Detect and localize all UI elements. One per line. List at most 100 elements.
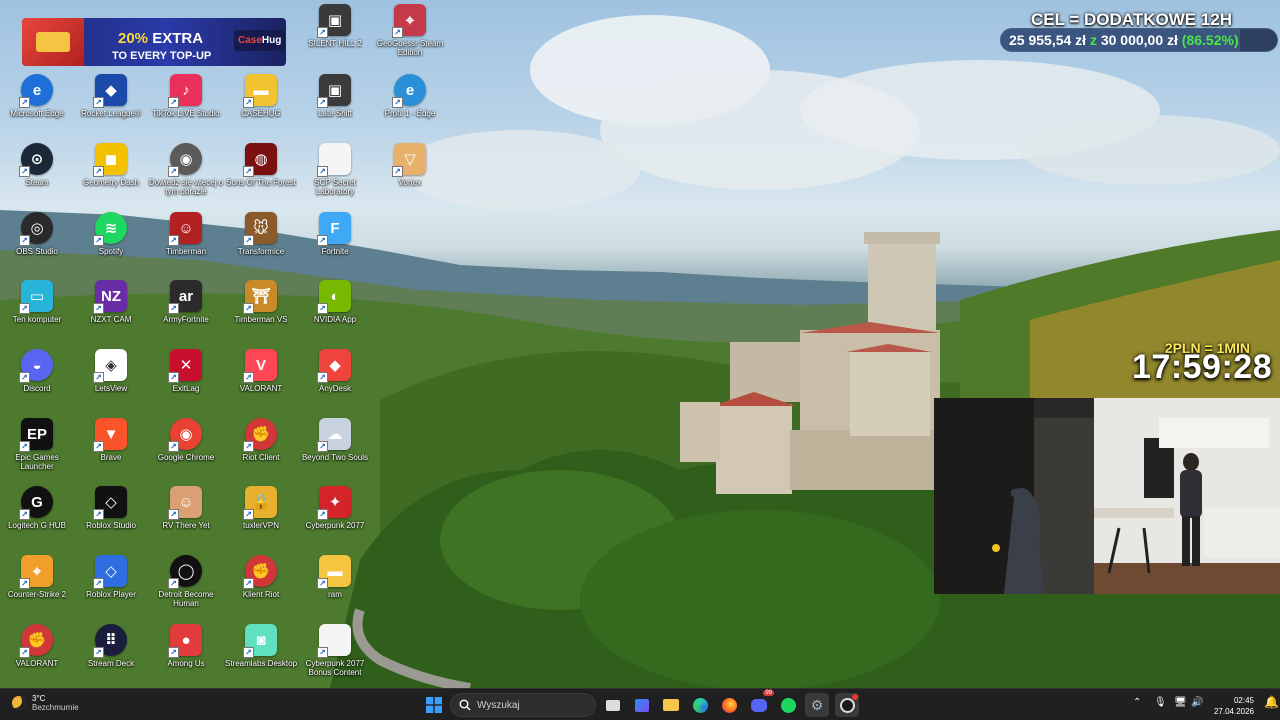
desktop-icon[interactable]: ♪ ↗ TikTok LIVE Studio: [149, 70, 223, 134]
promo-extra: EXTRA: [152, 30, 204, 47]
desktop-icon[interactable]: ☁ ↗ Beyond Two Souls: [298, 414, 372, 478]
desktop-icon[interactable]: e ↗ Microsoft Edge: [0, 70, 74, 134]
late-shift-icon: ▣ ↗: [317, 74, 351, 108]
desktop-icon[interactable]: ⛩ ↗ Timberman VS: [224, 276, 298, 340]
microphone-icon[interactable]: 🎙: [1154, 697, 1167, 708]
desktop-icon[interactable]: ⌖ ↗ Counter-Strike 2: [0, 551, 74, 615]
desktop-icon[interactable]: ◎ ↗ OBS Studio: [0, 208, 74, 272]
taskbar-obs[interactable]: [835, 693, 859, 717]
taskbar-task-view[interactable]: [601, 693, 625, 717]
firefox-icon: [721, 697, 737, 713]
weather-widget[interactable]: 3°C Bezchmurnie: [12, 694, 79, 712]
desktop-icon[interactable]: ◐ ↗ NVIDIA App: [298, 276, 372, 340]
taskbar-store[interactable]: [630, 693, 654, 717]
desktop-icon[interactable]: F ↗ Fortnite: [298, 208, 372, 272]
desktop-icon[interactable]: ▣ ↗ Late Shift: [298, 70, 372, 134]
start-button[interactable]: [422, 693, 446, 717]
desktop-icon[interactable]: ▽ ↗ Vortex: [373, 139, 447, 203]
desktop-icon-label: Spotify: [98, 247, 124, 256]
shortcut-arrow-icon: ↗: [243, 509, 254, 520]
timberman-vs-icon: ⛩ ↗: [243, 280, 277, 314]
obs-icon: [839, 697, 855, 713]
chevron-up-icon[interactable]: ⌃: [1133, 697, 1141, 708]
desktop-icon[interactable]: 🔒 ↗ tuxlerVPN: [224, 482, 298, 546]
discord-notification-badge: 99: [763, 690, 774, 696]
desktop-icon[interactable]: ☺ ↗ Timberman: [149, 208, 223, 272]
desktop-icon[interactable]: ✦ ↗ Cyberpunk 2077: [298, 482, 372, 546]
desktop-icon[interactable]: EP ↗ Epic Games Launcher: [0, 414, 74, 478]
shortcut-arrow-icon: ↗: [168, 166, 179, 177]
streamlabs-icon: ◙ ↗: [243, 624, 277, 658]
notification-bell-icon[interactable]: 🔔: [1264, 695, 1279, 709]
desktop-icon[interactable]: ◯ ↗ Detroit Become Human: [149, 551, 223, 615]
desktop-icon[interactable]: ⠿ ↗ Stream Deck: [74, 620, 148, 684]
network-icon[interactable]: 🖥: [1174, 697, 1187, 708]
letsview-icon: ◈ ↗: [93, 349, 127, 383]
desktop-icon[interactable]: ◇ ↗ Roblox Player: [74, 551, 148, 615]
desktop-icon[interactable]: ▼ ↗ Brave: [74, 414, 148, 478]
shortcut-arrow-icon: ↗: [19, 97, 30, 108]
taskbar-edge[interactable]: [688, 693, 712, 717]
shortcut-arrow-icon: ↗: [93, 441, 104, 452]
desktop-icon[interactable]: ◙ ↗ Streamlabs Desktop: [224, 620, 298, 684]
desktop-icon[interactable]: ◆ ↗ Rocket League®: [74, 70, 148, 134]
desktop-icon-label: Among Us: [167, 659, 205, 668]
desktop-icon[interactable]: ↗ SCP Secret Laboratory: [298, 139, 372, 203]
desktop-icon[interactable]: NZ ↗ NZXT CAM: [74, 276, 148, 340]
desktop-icon[interactable]: ◉ ↗ Dowiedz się więcej o tym obrazie: [149, 139, 223, 203]
desktop-icon-label: Brave: [100, 453, 122, 462]
shortcut-arrow-icon: ↗: [243, 303, 254, 314]
desktop-icon[interactable]: ⌖ ↗ GeoGuessr Steam Edition: [373, 0, 447, 64]
desktop-icon[interactable]: ◆ ↗ AnyDesk: [298, 345, 372, 409]
desktop-icon-label: Fortnite: [321, 247, 349, 256]
desktop-icon[interactable]: ≋ ↗ Spotify: [74, 208, 148, 272]
taskbar-clock[interactable]: 02:45 27.04.2026: [1214, 695, 1254, 717]
desktop-icon[interactable]: ✊ ↗ Riot Client: [224, 414, 298, 478]
shortcut-arrow-icon: ↗: [317, 235, 328, 246]
monitor-icon: ▭ ↗: [19, 280, 53, 314]
desktop-icon[interactable]: ◈ ↗ LetsView: [74, 345, 148, 409]
shortcut-arrow-icon: ↗: [317, 97, 328, 108]
desktop-icon[interactable]: ar ↗ ArmyFortnite: [149, 276, 223, 340]
desktop-icon-label: tuxlerVPN: [242, 521, 279, 530]
volume-icon[interactable]: 🔊: [1191, 697, 1203, 708]
desktop-icon[interactable]: ✕ ↗ ExitLag: [149, 345, 223, 409]
taskbar-search[interactable]: Wyszukaj: [450, 693, 596, 717]
taskbar-spotify[interactable]: [776, 693, 800, 717]
valorant-riot-icon: ✊ ↗: [19, 624, 53, 658]
desktop-icon[interactable]: ↗ Cyberpunk 2077 Bonus Content: [298, 620, 372, 684]
shortcut-arrow-icon: ↗: [168, 303, 179, 314]
desktop-icon[interactable]: V ↗ VALORANT: [224, 345, 298, 409]
taskbar-settings[interactable]: ⚙: [805, 693, 829, 717]
desktop-icon[interactable]: G ↗ Logitech G HUB: [0, 482, 74, 546]
desktop-icon-label: Roblox Studio: [86, 521, 136, 530]
desktop-icon[interactable]: ▣ ↗ SILENT HILL 2: [298, 0, 372, 64]
desktop-icon[interactable]: ◒ ↗ Discord: [0, 345, 74, 409]
desktop-icon[interactable]: ⊙ ↗ Steam: [0, 139, 74, 203]
desktop-icon-label: Cyberpunk 2077: [305, 521, 365, 530]
promo-brand-a: Case: [238, 35, 262, 46]
desktop-icon[interactable]: ▬ ↗ CASEHUG: [224, 70, 298, 134]
desktop-icon[interactable]: ✊ ↗ Klient Riot: [224, 551, 298, 615]
desktop-icon[interactable]: ▬ ↗ ram: [298, 551, 372, 615]
desktop-icon[interactable]: 🐭 ↗ Transformice: [224, 208, 298, 272]
taskbar-firefox[interactable]: [717, 693, 741, 717]
desktop-icon-label: GeoGuessr Steam Edition: [376, 39, 444, 57]
taskbar: 3°C Bezchmurnie Wyszukaj 99 ⚙ ⌃ 🎙 🖥 🔊 02…: [0, 688, 1280, 720]
desktop-icon[interactable]: ◉ ↗ Google Chrome: [149, 414, 223, 478]
desktop-icon[interactable]: ◼ ↗ Geometry Dash: [74, 139, 148, 203]
desktop-icon[interactable]: ✊ ↗ VALORANT: [0, 620, 74, 684]
casehug-promo-banner[interactable]: 20% EXTRA TO EVERY TOP-UP CaseHug: [22, 18, 286, 66]
desktop-icon[interactable]: ● ↗ Among Us: [149, 620, 223, 684]
desktop-icon[interactable]: ◇ ↗ Roblox Studio: [74, 482, 148, 546]
shortcut-arrow-icon: ↗: [93, 97, 104, 108]
desktop-icon[interactable]: ☺ ↗ RV There Yet: [149, 482, 223, 546]
epic-games-icon: EP ↗: [19, 418, 53, 452]
desktop-icon[interactable]: e ↗ Profil 1 - Edge: [373, 70, 447, 134]
shortcut-arrow-icon: ↗: [168, 441, 179, 452]
promo-brand-b: Hug: [261, 35, 282, 46]
taskbar-file-explorer[interactable]: [659, 693, 683, 717]
taskbar-discord[interactable]: 99: [747, 690, 774, 717]
desktop-icon[interactable]: ◍ ↗ Sons Of The Forest: [224, 139, 298, 203]
desktop-icon[interactable]: ▭ ↗ Ten komputer: [0, 276, 74, 340]
